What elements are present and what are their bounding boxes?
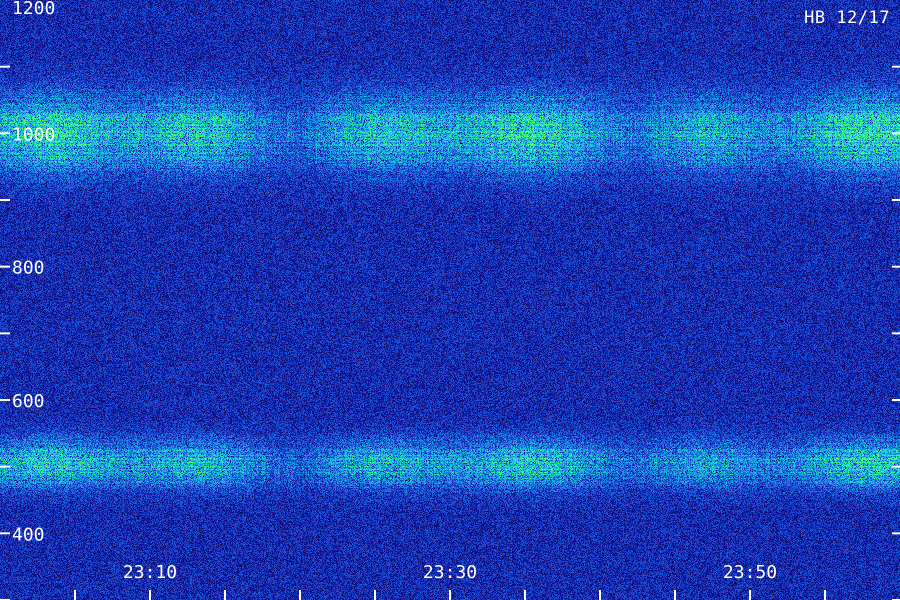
y-tick-label: 400 [12, 524, 45, 545]
axis-overlay: 400 600 800 1000 1200 23:10 23:30 23:50 [0, 0, 900, 600]
station-label: HB 12/17 [804, 8, 890, 28]
x-tick-label: 23:10 [123, 562, 177, 583]
y-tick-label: 1000 [12, 124, 55, 145]
spectrogram-panel: 400 600 800 1000 1200 23:10 23:30 23:50 HB 12/1… [0, 0, 900, 600]
y-tick-label: 1200 [12, 0, 55, 19]
x-tick-label: 23:50 [723, 562, 777, 583]
y-tick-label: 800 [12, 258, 45, 279]
x-tick-label: 23:30 [423, 562, 477, 583]
y-tick-label: 600 [12, 391, 45, 412]
